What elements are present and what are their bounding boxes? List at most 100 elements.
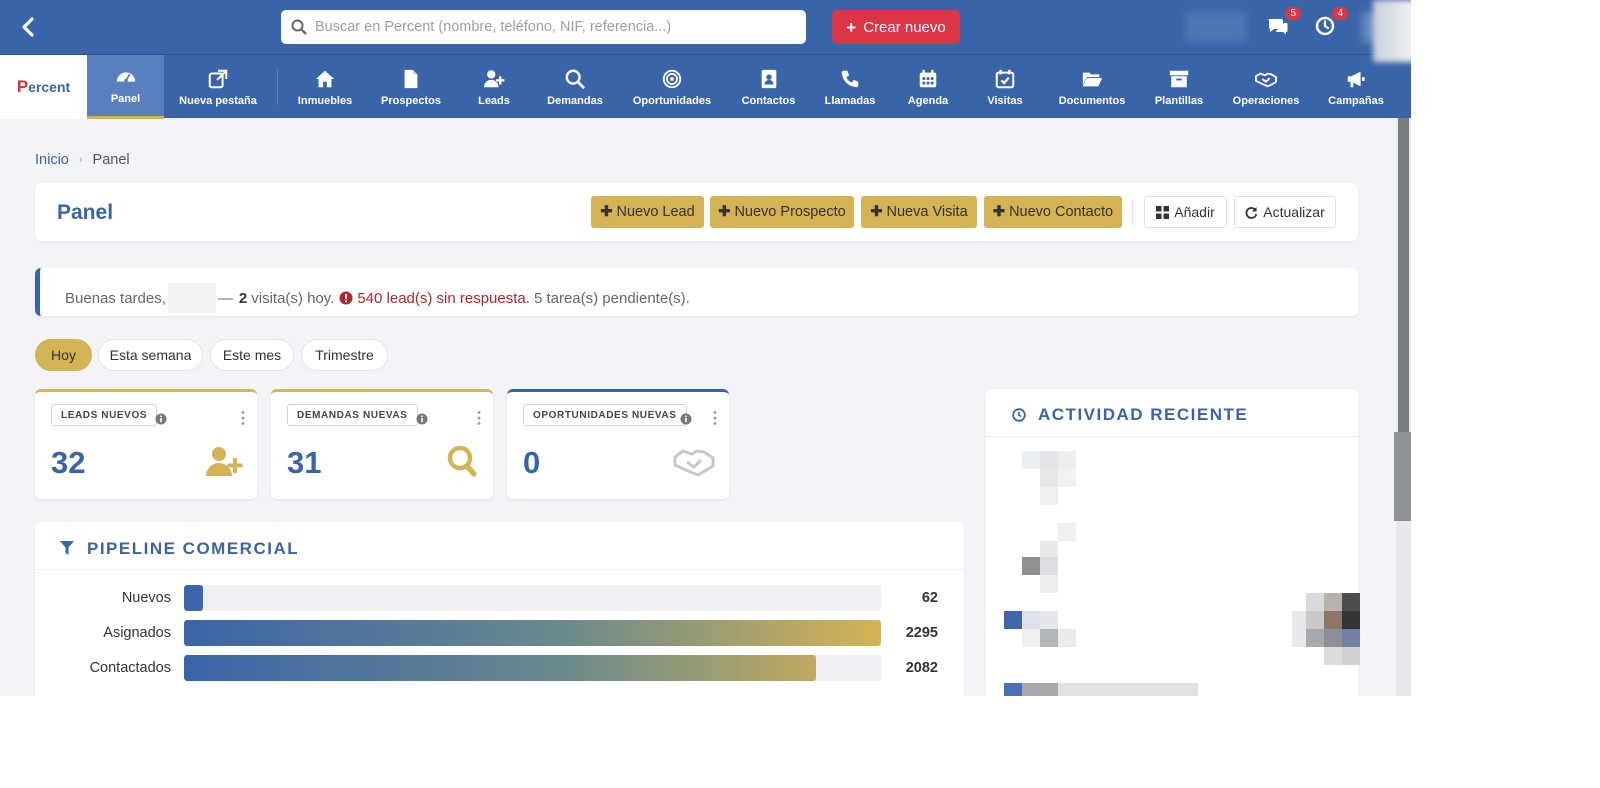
period-esta-semana[interactable]: Esta semana [98,339,203,371]
user-plus-icon [483,69,505,87]
button-divider [1132,199,1133,225]
unanswered-leads-alert[interactable]: 540 lead(s) sin respuesta. [357,290,530,307]
handshake-icon [673,449,715,477]
period-hoy[interactable]: Hoy [35,339,92,371]
nav-item-contactos[interactable]: Contactos [735,55,802,119]
global-search[interactable] [281,10,806,44]
nav-label-operaciones: Operaciones [1232,94,1300,107]
chevron-left-icon [22,17,34,37]
nuevo-prospecto-label: Nuevo Prospecto [734,204,846,220]
greeting-dash: — [217,289,233,307]
nav-item-leads[interactable]: Leads [466,55,522,119]
grid-icon [1156,205,1170,219]
breadcrumb-home-link[interactable]: Inicio [35,152,69,168]
obscured-activity-block [1306,593,1324,611]
more-vertical-icon[interactable] [241,410,245,426]
breadcrumb-chevron-icon: › [78,154,83,166]
greeting-banner: Buenas tardes, — 2 visita(s) hoy. 540 le… [35,268,1358,316]
create-new-button[interactable]: + Crear nuevo [832,10,960,44]
nueva-visita-button[interactable]: ✚ Nueva Visita [861,196,977,228]
obscured-activity-block [1040,629,1058,647]
pipeline-bar[interactable] [184,585,203,611]
period-este-mes[interactable]: Este mes [210,339,294,371]
period-trimestre[interactable]: Trimestre [301,339,388,371]
scrollbar-thumb-active[interactable] [1394,432,1411,521]
nav-label-visitas: Visitas [987,94,1023,107]
pipeline-bar-track [184,585,881,611]
stat-card-oportunidades-nuevas: OPORTUNIDADES NUEVAS 0 [507,389,729,499]
pipeline-bar[interactable] [184,655,816,681]
breadcrumb-current: Panel [92,152,130,168]
nav-item-prospectos[interactable]: Prospectos [375,55,447,119]
nav-label-nueva-pestana: Nueva pestaña [179,94,257,107]
nuevo-prospecto-button[interactable]: ✚ Nuevo Prospecto [710,196,854,228]
percent-logo[interactable]: Percent [0,55,87,119]
pipeline-stage-label: Asignados [103,625,171,641]
search-input[interactable] [315,10,795,44]
logo-text: ercent [28,79,71,95]
messages-button[interactable]: 5 [1266,7,1301,38]
plus-icon: ✚ [718,204,731,220]
obscured-activity-block [1324,611,1342,629]
obscured-activity-block [1342,593,1360,611]
blurred-corner [1373,0,1411,62]
obscured-activity-block [1022,629,1040,647]
nuevo-contacto-button[interactable]: ✚ Nuevo Contacto [984,196,1122,228]
nav-item-oportunidades[interactable]: Oportunidades [627,55,717,119]
more-vertical-icon[interactable] [713,410,717,426]
nuevo-lead-button[interactable]: ✚ Nuevo Lead [591,196,704,228]
pending-tasks-text: 5 tarea(s) pendiente(s). [533,289,690,307]
obscured-activity-block [1022,611,1040,629]
refresh-icon [1245,206,1258,219]
nav-item-agenda[interactable]: Agenda [900,55,956,119]
gauge-icon [116,72,135,83]
nav-label-campanas: Campañas [1328,94,1384,107]
anadir-label: Añadir [1174,204,1215,220]
app-viewport: + Crear nuevo 5 4 Percent Panel Nueva pe… [0,0,1411,696]
pipeline-stage-label: Nuevos [121,590,171,606]
messages-badge: 5 [1285,7,1301,20]
pipeline-stage-value: 2082 [905,660,938,676]
home-icon [315,70,335,87]
stat-label: DEMANDAS NUEVAS [287,404,418,426]
info-icon[interactable] [155,413,167,425]
notifications-badge: 4 [1332,7,1348,20]
nav-item-llamadas[interactable]: Llamadas [818,55,882,119]
pipeline-bar[interactable] [184,620,881,646]
archive-icon [1169,70,1189,87]
info-icon[interactable] [416,413,428,425]
more-vertical-icon[interactable] [477,410,481,426]
obscured-activity-block [1022,683,1058,696]
nav-item-plantillas[interactable]: Plantillas [1148,55,1210,119]
activity-divider [986,436,1358,437]
logo-initial: P [16,77,29,96]
notifications-button[interactable]: 4 [1313,7,1348,38]
nav-item-panel[interactable]: Panel [87,55,164,119]
obscured-activity-block [1004,611,1022,629]
nav-item-documentos[interactable]: Documentos [1052,55,1132,119]
info-icon[interactable] [680,413,692,425]
pipeline-stage-value: 2295 [905,625,938,641]
obscured-activity-block [1040,451,1058,469]
obscured-activity-block [1040,487,1058,505]
nav-item-nueva-pestana[interactable]: Nueva pestaña [170,55,266,119]
stat-label: OPORTUNIDADES NUEVAS [523,404,687,426]
nav-label-demandas: Demandas [547,94,603,107]
obscured-activity-block [1022,557,1040,575]
stat-value: 0 [523,445,541,480]
nav-item-campanas[interactable]: Campañas [1322,55,1390,119]
back-button[interactable] [14,13,42,41]
nav-item-visitas[interactable]: Visitas [977,55,1033,119]
nav-item-inmuebles[interactable]: Inmuebles [290,55,360,119]
plus-icon: ✚ [870,204,883,220]
actualizar-button[interactable]: Actualizar [1234,196,1336,228]
obscured-activity-block [1004,683,1022,696]
nav-label-documentos: Documentos [1058,94,1126,107]
obscured-activity-block [1040,575,1058,593]
search-icon [447,445,477,477]
nav-item-demandas[interactable]: Demandas [540,55,610,119]
nav-item-operaciones[interactable]: Operaciones [1226,55,1306,119]
scrollbar-thumb[interactable] [1398,118,1409,432]
obscured-activity-block [1040,557,1058,575]
anadir-widget-button[interactable]: Añadir [1144,196,1227,228]
